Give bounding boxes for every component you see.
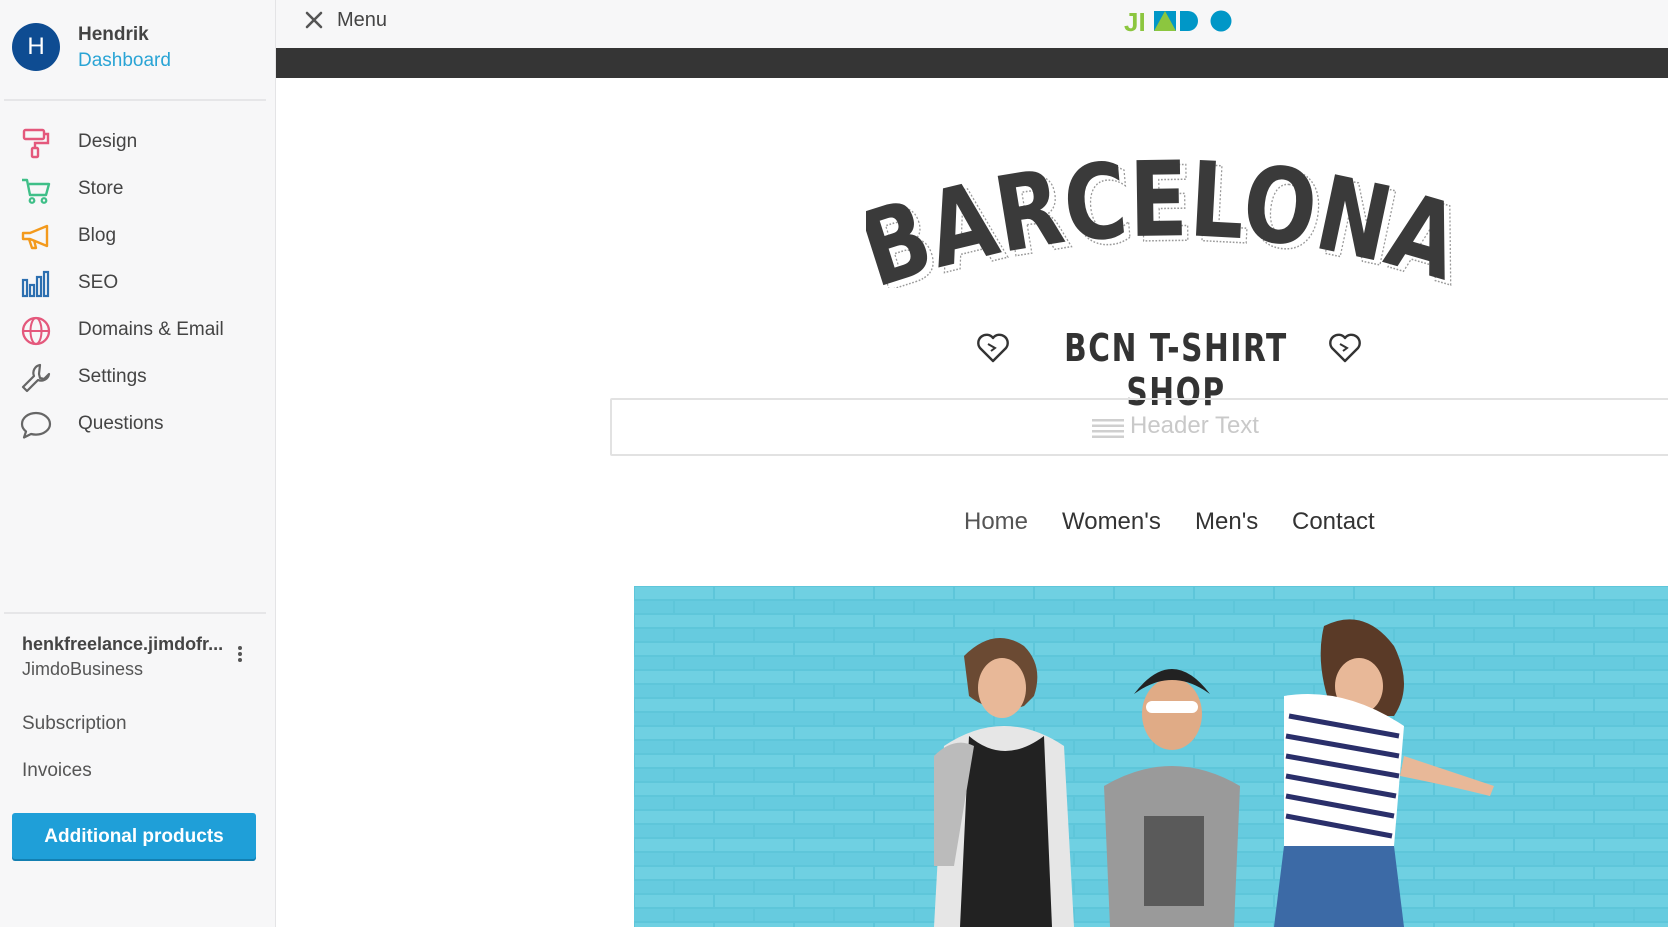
user-name: Hendrik (78, 24, 149, 45)
shopping-cart-icon (22, 178, 51, 204)
preview-bar (276, 48, 1668, 78)
paint-roller-icon (22, 128, 50, 159)
hero-photo (634, 586, 1668, 927)
header-text-placeholder: Header Text (1130, 412, 1259, 439)
sidebar-item-label: Store (78, 178, 124, 199)
website-preview: BARCELONA BARCELONA BCN T-SHIRT SHOP Hea… (276, 78, 1668, 927)
bar-chart-icon (21, 270, 50, 298)
text-lines-icon (1092, 419, 1124, 438)
nav-mens[interactable]: Men's (1195, 508, 1258, 536)
sidebar: H Hendrik Dashboard Design Store Blog SE… (0, 0, 276, 927)
globe-icon (21, 316, 51, 346)
dashboard-link[interactable]: Dashboard (78, 50, 171, 72)
header-text-field[interactable]: Header Text (610, 398, 1668, 456)
nav-home[interactable]: Home (964, 508, 1028, 536)
sidebar-item-settings[interactable]: Settings (0, 355, 276, 402)
sidebar-item-label: Questions (78, 413, 164, 434)
site-info: henkfreelance.jimdofr... JimdoBusiness (22, 634, 262, 690)
sidebar-item-label: Blog (78, 225, 117, 246)
sidebar-item-label: SEO (78, 272, 119, 293)
jimdo-logo: JI (1124, 7, 1232, 35)
sidebar-item-label: Domains & Email (78, 319, 224, 340)
sidebar-item-blog[interactable]: Blog (0, 214, 276, 261)
speech-bubble-icon (20, 411, 52, 439)
sidebar-item-seo[interactable]: SEO (0, 261, 276, 308)
nav-womens[interactable]: Women's (1062, 508, 1161, 536)
menu-label[interactable]: Menu (337, 9, 387, 32)
more-options-icon[interactable] (230, 642, 250, 666)
heart-icon (977, 333, 1009, 363)
divider (4, 612, 266, 614)
site-domain[interactable]: henkfreelance.jimdofr... (22, 634, 223, 655)
sidebar-item-label: Settings (78, 366, 147, 387)
sidebar-item-store[interactable]: Store (0, 167, 276, 214)
user-profile[interactable]: H Hendrik Dashboard (12, 23, 262, 75)
sidebar-item-domains-email[interactable]: Domains & Email (0, 308, 276, 355)
site-plan: JimdoBusiness (22, 659, 144, 679)
heart-icon (1329, 333, 1361, 363)
additional-products-button[interactable]: Additional products (12, 813, 256, 859)
avatar[interactable]: H (12, 23, 60, 71)
subscription-link[interactable]: Subscription (22, 713, 127, 735)
wrench-icon (21, 363, 51, 393)
sidebar-item-design[interactable]: Design (0, 120, 276, 167)
site-logo-barcelona[interactable]: BARCELONA BARCELONA (866, 138, 1476, 288)
megaphone-icon (21, 224, 49, 250)
invoices-link[interactable]: Invoices (22, 760, 92, 782)
site-tagline[interactable]: BCN T-SHIRT SHOP (976, 326, 1376, 414)
sidebar-item-label: Design (78, 131, 138, 152)
hero-image[interactable] (634, 586, 1668, 927)
sidebar-item-questions[interactable]: Questions (0, 402, 276, 449)
divider (4, 99, 266, 101)
svg-text:JI: JI (1124, 7, 1146, 35)
main-nav: Design Store Blog SEO Domains & Email Se… (0, 120, 276, 449)
top-bar: Menu JI (276, 0, 1668, 48)
nav-contact[interactable]: Contact (1292, 508, 1375, 536)
close-icon[interactable] (302, 8, 328, 34)
